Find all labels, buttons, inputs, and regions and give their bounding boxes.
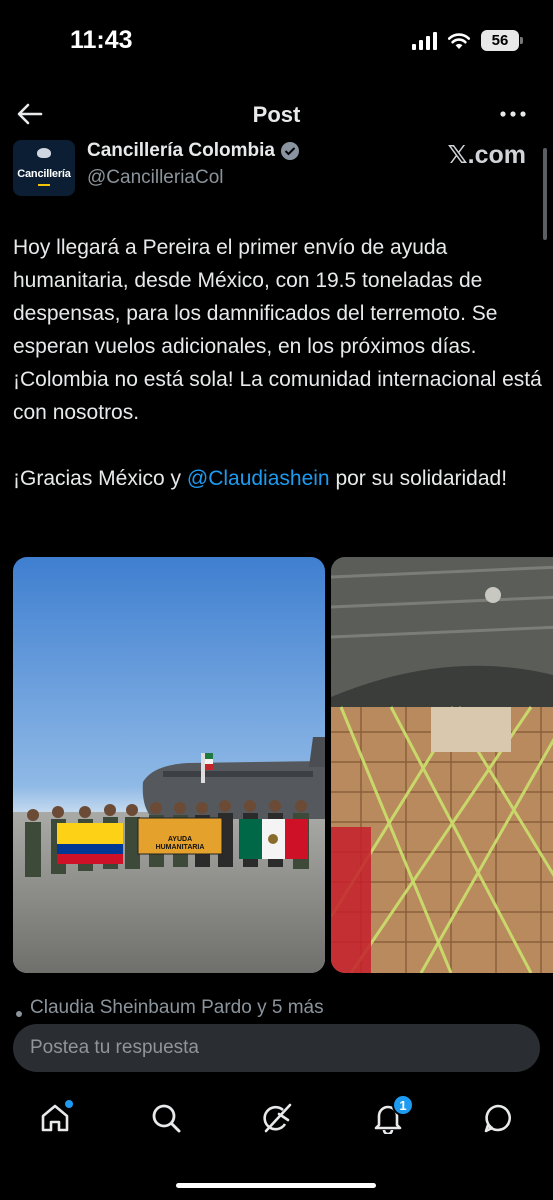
tab-search[interactable]	[146, 1098, 186, 1138]
banner-text-line2: HUMANITARIA	[156, 844, 205, 851]
reply-input[interactable]: Postea tu respuesta	[13, 1024, 540, 1072]
status-bar: 11:43 56	[0, 0, 553, 80]
avatar-accent	[38, 184, 50, 186]
search-icon	[152, 1104, 181, 1133]
verified-badge-icon	[280, 142, 299, 160]
messages-icon	[484, 1104, 511, 1133]
photo-cargo-image	[331, 557, 553, 973]
photo-cargo-hold[interactable]	[331, 557, 553, 973]
notification-count-badge: 1	[392, 1094, 414, 1116]
author-name-row[interactable]: Cancillería Colombia	[87, 140, 299, 162]
avatar-label: Cancillería	[17, 168, 71, 180]
battery-indicator: 56	[481, 30, 523, 51]
liked-by-dot	[16, 1011, 22, 1017]
liked-by-row[interactable]: Claudia Sheinbaum Pardo y 5 más	[16, 998, 324, 1018]
home-notification-dot	[65, 1100, 73, 1108]
author-name: Cancillería Colombia	[87, 140, 275, 161]
cellular-signal-icon	[412, 31, 437, 50]
page-title: Post	[252, 102, 301, 127]
author-handle[interactable]: @CancilleriaCol	[87, 167, 224, 189]
tab-home[interactable]	[35, 1098, 75, 1138]
tab-notifications[interactable]: 1	[368, 1094, 414, 1138]
photo-team-with-flags[interactable]: AYUDA HUMANITARIA	[13, 557, 325, 973]
bottom-tab-bar: 1	[0, 1090, 553, 1150]
thanks-text-end: por su solidaridad!	[329, 467, 508, 490]
photo-team-image: AYUDA HUMANITARIA	[13, 557, 325, 973]
post-paragraph-thanks: ¡Gracias México y @Claudiashein por su s…	[13, 462, 543, 495]
x-com-watermark: 𝕏.com	[447, 141, 527, 169]
wifi-icon	[447, 32, 471, 49]
post-body: Hoy llegará a Pereira el primer envío de…	[13, 231, 543, 495]
grok-icon	[263, 1103, 292, 1133]
post-paragraph: Hoy llegará a Pereira el primer envío de…	[13, 236, 542, 424]
scrollbar[interactable]	[543, 148, 547, 240]
author-block: Cancillería Cancillería Colombia @Cancil…	[0, 140, 553, 200]
mention-link[interactable]: @Claudiashein	[187, 467, 330, 490]
post-header: Post	[0, 90, 553, 140]
more-options-button[interactable]	[495, 96, 531, 132]
tab-messages[interactable]	[478, 1098, 518, 1138]
status-icons: 56	[412, 30, 523, 51]
emblem-icon	[37, 148, 51, 158]
home-indicator[interactable]	[176, 1183, 376, 1188]
banner-text-line1: AYUDA	[168, 836, 192, 843]
more-dots-icon	[500, 111, 526, 117]
thanks-text: ¡Gracias México y	[13, 467, 187, 490]
status-time: 11:43	[70, 26, 133, 54]
avatar[interactable]: Cancillería	[13, 140, 75, 196]
liked-by-text: Claudia Sheinbaum Pardo y 5 más	[30, 998, 324, 1018]
tab-grok[interactable]	[257, 1098, 297, 1138]
